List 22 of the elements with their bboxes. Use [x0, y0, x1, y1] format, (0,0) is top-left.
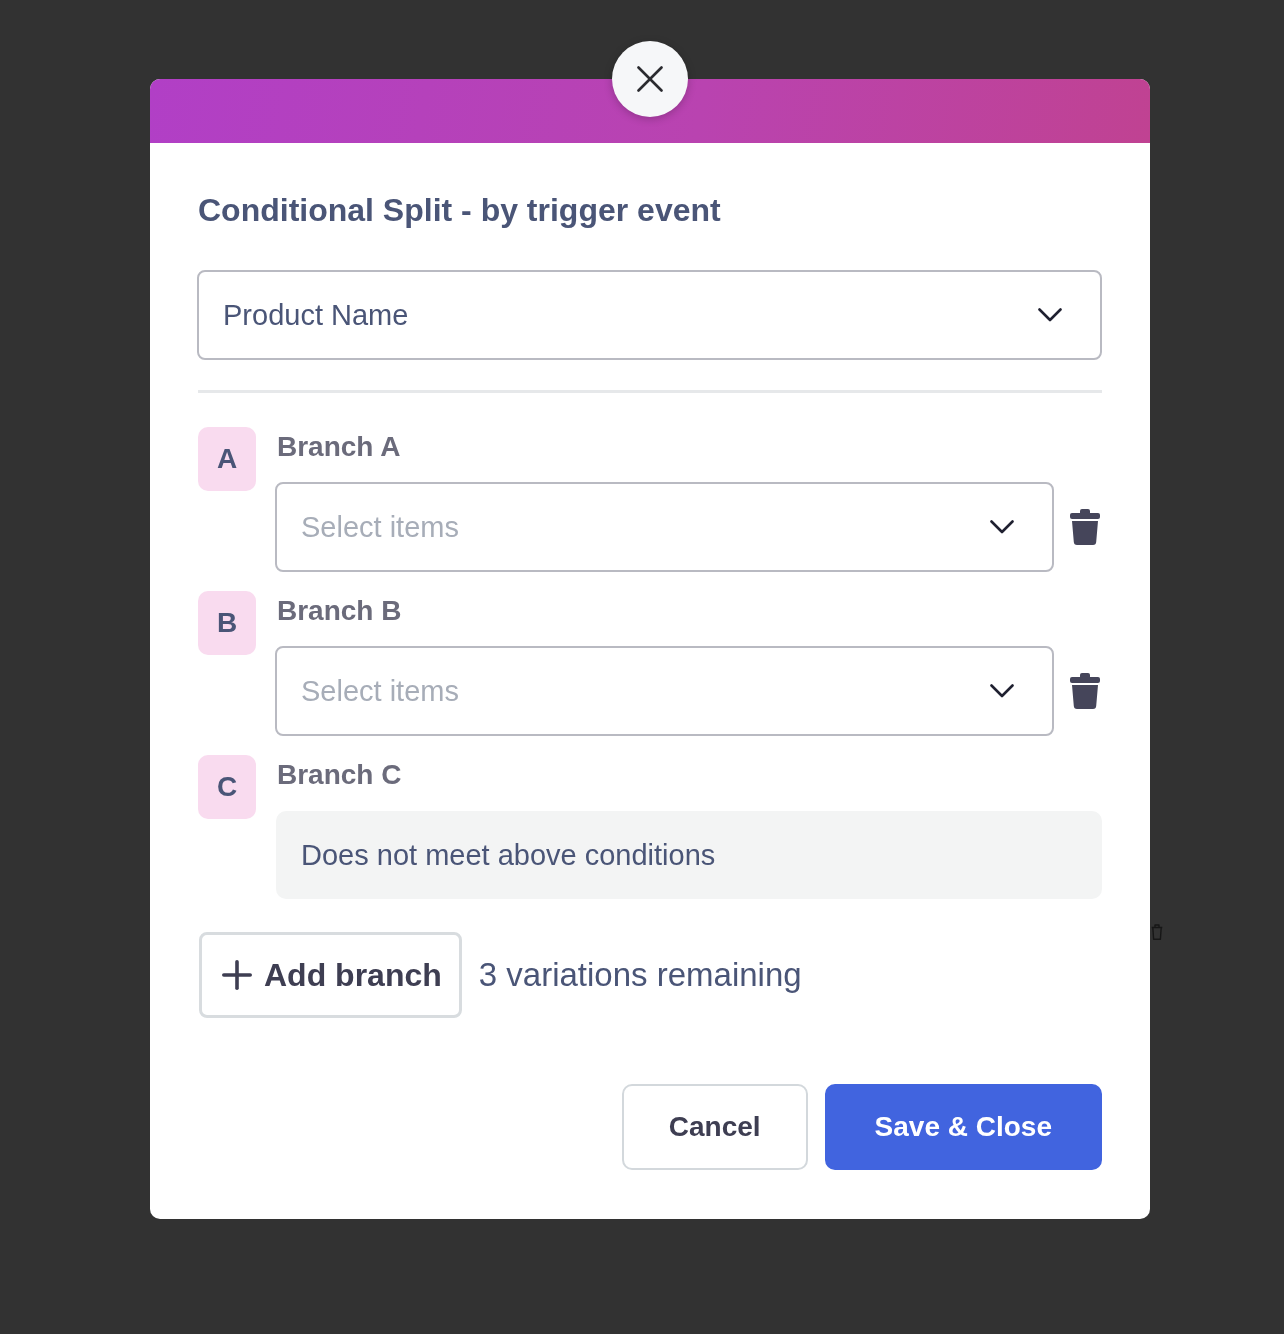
close-icon	[637, 66, 663, 92]
variations-remaining: 3 variations remaining	[478, 956, 802, 994]
fallback-condition: Does not meet above conditions	[276, 811, 1102, 899]
trash-icon[interactable]	[1070, 673, 1100, 709]
dialog-title: Conditional Split - by trigger event	[198, 191, 722, 230]
branch-badge: A	[198, 427, 256, 491]
chevron-down-icon	[1038, 308, 1062, 322]
chevron-down-icon	[990, 520, 1014, 534]
chevron-down-icon	[990, 684, 1014, 698]
branch-badge: C	[198, 755, 256, 819]
cancel-button[interactable]: Cancel	[621, 1084, 808, 1170]
close-button[interactable]	[612, 41, 688, 117]
branch-badge: B	[198, 591, 256, 655]
add-branch-button[interactable]: Add branch	[199, 932, 462, 1018]
trigger-select[interactable]: Product Name	[197, 270, 1102, 360]
plus-icon	[222, 960, 252, 990]
branch-label: Branch C	[277, 758, 402, 792]
save-button[interactable]: Save & Close	[824, 1084, 1102, 1170]
branch-label: Branch A	[277, 430, 401, 464]
trash-icon	[1151, 924, 1163, 940]
branch-label: Branch B	[277, 594, 402, 628]
trash-icon[interactable]	[1070, 509, 1100, 545]
